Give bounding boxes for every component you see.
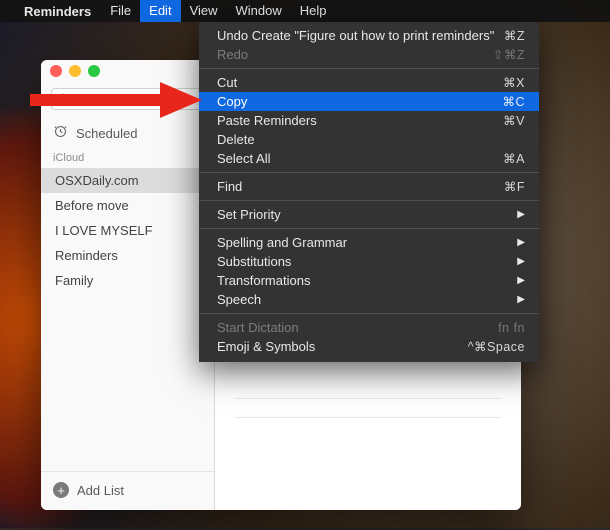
menu-separator [199,228,539,229]
menu-item[interactable]: Delete [199,130,539,149]
menu-item-label: Find [217,179,504,194]
menu-shortcut: ⌘V [503,113,525,128]
zoom-icon[interactable] [88,65,100,77]
menubar: Reminders File Edit View Window Help [0,0,610,22]
menu-item[interactable]: Spelling and Grammar▶ [199,233,539,252]
menu-item-label: Set Priority [217,207,517,222]
menu-item[interactable]: Undo Create "Figure out how to print rem… [199,26,539,45]
submenu-arrow-icon: ▶ [517,294,525,305]
divider [235,398,501,399]
add-list-button[interactable]: + Add List [41,471,214,510]
menu-shortcut: ⌘Z [504,28,525,43]
menu-item-label: Spelling and Grammar [217,235,517,250]
list-item[interactable]: Reminders [41,243,214,268]
menu-item[interactable]: Paste Reminders⌘V [199,111,539,130]
menu-item-label: Speech [217,292,517,307]
menu-item[interactable]: Set Priority▶ [199,205,539,224]
menu-file[interactable]: File [101,0,140,22]
submenu-arrow-icon: ▶ [517,237,525,248]
sidebar: Search Scheduled iCloud OSXDaily.com Bef… [41,60,215,510]
menu-item[interactable]: Transformations▶ [199,271,539,290]
submenu-arrow-icon: ▶ [517,209,525,220]
menu-item[interactable]: Find⌘F [199,177,539,196]
menu-item-label: Copy [217,94,502,109]
list-item[interactable]: I LOVE MYSELF [41,218,214,243]
list-item[interactable]: Before move [41,193,214,218]
menu-item-label: Select All [217,151,503,166]
menu-item-label: Start Dictation [217,320,498,335]
menu-item-label: Delete [217,132,525,147]
menu-shortcut: ⌘C [502,94,525,109]
submenu-arrow-icon: ▶ [517,256,525,267]
menu-item[interactable]: Select All⌘A [199,149,539,168]
menu-item: Start Dictationfn fn [199,318,539,337]
menu-help[interactable]: Help [291,0,336,22]
menu-item-label: Undo Create "Figure out how to print rem… [217,28,504,43]
menu-item[interactable]: Speech▶ [199,290,539,309]
menu-shortcut: ⌘X [503,75,525,90]
menu-separator [199,172,539,173]
menu-shortcut: ^⌘Space [468,339,525,354]
menu-shortcut: fn fn [498,321,525,335]
menu-item-label: Cut [217,75,503,90]
menu-item-label: Substitutions [217,254,517,269]
menu-view[interactable]: View [181,0,227,22]
menu-item-label: Redo [217,47,493,62]
annotation-arrow-icon [30,80,210,120]
list-item[interactable]: Family [41,268,214,293]
submenu-arrow-icon: ▶ [517,275,525,286]
menu-shortcut: ⇧⌘Z [493,47,525,62]
plus-icon: + [53,482,69,498]
menu-item-label: Paste Reminders [217,113,503,128]
menu-window[interactable]: Window [227,0,291,22]
minimize-icon[interactable] [69,65,81,77]
menu-item[interactable]: Copy⌘C [199,92,539,111]
menu-item-label: Transformations [217,273,517,288]
menu-shortcut: ⌘A [503,151,525,166]
menu-edit[interactable]: Edit [140,0,180,22]
menu-item[interactable]: Substitutions▶ [199,252,539,271]
close-icon[interactable] [50,65,62,77]
menu-item[interactable]: Cut⌘X [199,73,539,92]
app-name[interactable]: Reminders [24,4,91,19]
scheduled-label: Scheduled [76,126,137,141]
clock-icon [53,124,68,142]
menu-separator [199,200,539,201]
sidebar-item-scheduled[interactable]: Scheduled [41,118,214,148]
menu-item-label: Emoji & Symbols [217,339,468,354]
list-item[interactable]: OSXDaily.com [41,168,214,193]
add-list-label: Add List [77,483,124,498]
sidebar-section: iCloud [41,148,214,168]
menu-item: Redo⇧⌘Z [199,45,539,64]
divider [235,417,501,418]
menu-item[interactable]: Emoji & Symbols^⌘Space [199,337,539,356]
edit-menu-dropdown: Undo Create "Figure out how to print rem… [199,22,539,362]
menu-separator [199,313,539,314]
menu-shortcut: ⌘F [504,179,525,194]
menu-separator [199,68,539,69]
